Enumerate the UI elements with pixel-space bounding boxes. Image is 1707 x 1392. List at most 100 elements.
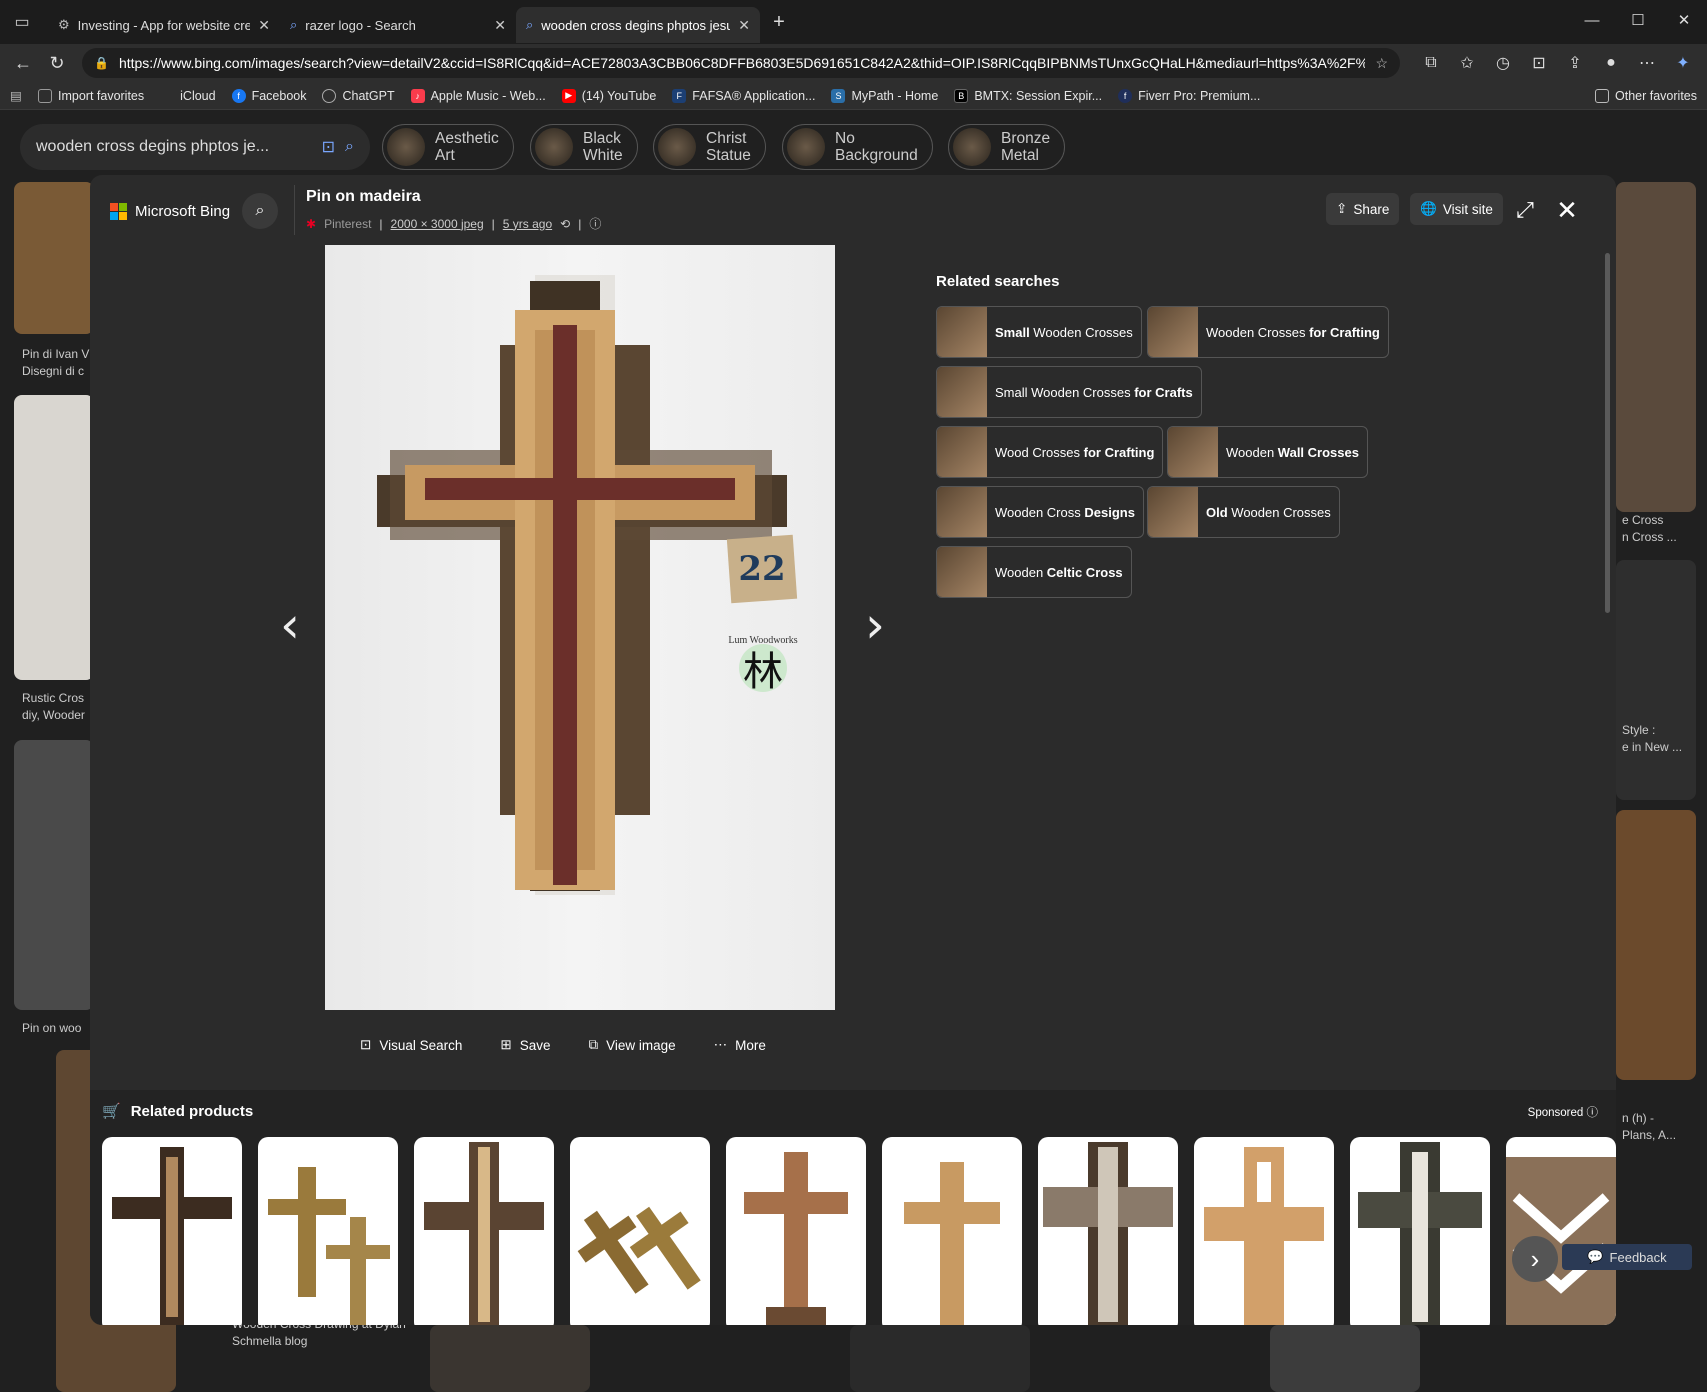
product-card[interactable] <box>1350 1137 1490 1325</box>
other-favorites[interactable]: Other favorites <box>1595 88 1697 103</box>
source-link[interactable]: Pinterest <box>324 217 371 231</box>
result-caption[interactable]: Style :e in New ... <box>1622 722 1682 756</box>
favorite-item[interactable]: f Facebook <box>231 88 306 103</box>
result-caption[interactable]: Pin di Ivan V Disegni di c <box>22 346 89 380</box>
close-window-icon[interactable]: ✕ <box>1661 0 1707 40</box>
scrollbar[interactable] <box>1605 253 1610 613</box>
main-image[interactable]: 22 Lum Woodworks 林 <box>325 245 835 1010</box>
favorites-icon[interactable]: ✩ <box>1451 48 1483 78</box>
favorite-item[interactable]: Import favorites <box>38 88 144 103</box>
related-search-item[interactable]: Wooden Crosses for Crafting <box>1147 306 1389 358</box>
info-icon[interactable]: ⓘ <box>589 215 601 232</box>
result-caption[interactable]: Rustic Cros diy, Wooder <box>22 690 85 724</box>
screenshot-icon[interactable]: ⊡ <box>1523 48 1555 78</box>
tab-actions-icon[interactable]: ▭ <box>8 8 36 36</box>
result-thumbnail[interactable] <box>1270 1325 1420 1392</box>
result-thumbnail[interactable] <box>850 1325 1030 1392</box>
age-link[interactable]: 5 yrs ago <box>503 217 552 231</box>
related-search-item[interactable]: Wooden Wall Crosses <box>1167 426 1368 478</box>
sidebar-toggle-icon[interactable]: ▤ <box>10 88 28 103</box>
maximize-icon[interactable]: ☐ <box>1615 0 1661 40</box>
favorite-item[interactable]: S MyPath - Home <box>831 88 938 103</box>
profile-avatar-icon[interactable]: ● <box>1595 48 1627 78</box>
favorite-item[interactable]: F FAFSA® Application... <box>672 88 815 103</box>
related-search-item[interactable]: Small Wooden Crosses for Crafts <box>936 366 1202 418</box>
result-thumbnail[interactable] <box>14 740 94 1010</box>
result-thumbnail[interactable] <box>14 182 94 334</box>
favorite-item[interactable]: ♪ Apple Music - Web... <box>410 88 546 103</box>
result-caption[interactable]: Pin on woo <box>22 1020 81 1037</box>
search-input[interactable]: wooden cross degins phptos je... <box>36 138 312 156</box>
related-search-item[interactable]: Small Wooden Crosses <box>936 306 1142 358</box>
related-search-item[interactable]: Wood Crosses for Crafting <box>936 426 1164 478</box>
product-card[interactable] <box>570 1137 710 1325</box>
tab-investing[interactable]: ⚙ Investing - App for website creati ✕ <box>48 7 280 43</box>
favorite-item[interactable]: iCloud <box>160 89 215 103</box>
share-page-icon[interactable]: ⇪ <box>1559 48 1591 78</box>
url-text[interactable]: https://www.bing.com/images/search?view=… <box>119 55 1365 71</box>
search-box[interactable]: wooden cross degins phptos je... ⊡ ⌕ <box>20 124 370 170</box>
back-icon[interactable]: ← <box>6 46 40 80</box>
close-icon[interactable]: ✕ <box>1550 193 1584 227</box>
chip-bronze-metal[interactable]: Bronze Metal <box>948 124 1066 170</box>
previous-image-icon[interactable]: ‹ <box>270 595 310 655</box>
product-card[interactable] <box>1506 1137 1616 1325</box>
result-thumbnail[interactable] <box>1616 182 1696 512</box>
visual-search-button[interactable]: ⊡ Visual Search <box>360 1037 462 1053</box>
expand-icon[interactable]: ⤢ <box>1508 193 1542 227</box>
address-bar[interactable]: 🔒 https://www.bing.com/images/search?vie… <box>82 48 1400 78</box>
tab-razer[interactable]: ⌕ razer logo - Search ✕ <box>280 7 516 43</box>
product-card[interactable] <box>1038 1137 1178 1325</box>
tab-wooden-cross[interactable]: ⌕ wooden cross degins phptos jesu ✕ <box>516 7 760 43</box>
favorite-item[interactable]: ▶ (14) YouTube <box>561 88 656 103</box>
result-thumbnail[interactable] <box>1616 560 1696 800</box>
history-icon[interactable]: ◷ <box>1487 48 1519 78</box>
related-search-item[interactable]: Wooden Celtic Cross <box>936 546 1132 598</box>
product-card[interactable] <box>1194 1137 1334 1325</box>
search-icon[interactable]: ⌕ <box>242 193 278 229</box>
product-card[interactable] <box>882 1137 1022 1325</box>
chip-no-background[interactable]: No Background <box>782 124 933 170</box>
image-title[interactable]: Pin on madeira <box>306 188 421 206</box>
view-image-button[interactable]: ⧉ View image <box>588 1037 675 1053</box>
visit-site-button[interactable]: 🌐 Visit site <box>1410 193 1503 225</box>
feedback-button[interactable]: 💬 Feedback <box>1562 1244 1692 1270</box>
favorite-item[interactable]: B BMTX: Session Expir... <box>954 88 1102 103</box>
favorite-star-icon[interactable]: ☆ <box>1375 55 1388 72</box>
new-tab-button[interactable]: + <box>764 7 794 37</box>
next-products-icon[interactable]: › <box>1512 1236 1558 1282</box>
search-icon[interactable]: ⌕ <box>345 138 354 156</box>
product-card[interactable] <box>726 1137 866 1325</box>
next-image-icon[interactable]: › <box>855 595 895 655</box>
refresh-icon[interactable]: ↻ <box>40 46 74 80</box>
chip-christ-statue[interactable]: Christ Statue <box>653 124 766 170</box>
product-card[interactable] <box>258 1137 398 1325</box>
close-tab-icon[interactable]: ✕ <box>258 17 270 34</box>
more-button[interactable]: ⋯ More <box>714 1037 766 1053</box>
more-menu-icon[interactable]: ⋯ <box>1631 48 1663 78</box>
related-search-item[interactable]: Old Wooden Crosses <box>1147 486 1340 538</box>
copilot-icon[interactable]: ✦ <box>1667 48 1699 78</box>
save-button[interactable]: ⊞ Save <box>500 1037 550 1053</box>
favorite-item[interactable]: ChatGPT <box>322 88 395 103</box>
result-thumbnail[interactable] <box>1616 810 1696 1080</box>
result-caption[interactable]: e Cross n Cross ... <box>1622 512 1677 546</box>
close-tab-icon[interactable]: ✕ <box>494 17 506 34</box>
close-tab-icon[interactable]: ✕ <box>738 17 750 34</box>
site-info-icon[interactable]: 🔒 <box>94 56 109 70</box>
result-caption[interactable]: n (h) - Plans, A... <box>1622 1110 1676 1144</box>
dimensions-link[interactable]: 2000 × 3000 jpeg <box>391 217 484 231</box>
chip-black-white[interactable]: Black White <box>530 124 638 170</box>
result-thumbnail[interactable] <box>14 395 94 680</box>
extensions-icon[interactable]: ⧉ <box>1415 48 1447 78</box>
chip-aesthetic-art[interactable]: Aesthetic Art <box>382 124 514 170</box>
visual-search-icon[interactable]: ⊡ <box>322 137 335 157</box>
favorite-item[interactable]: f Fiverr Pro: Premium... <box>1118 88 1260 103</box>
sponsored-label[interactable]: Sponsored ⓘ <box>1528 1104 1598 1120</box>
product-card[interactable] <box>102 1137 242 1325</box>
minimize-icon[interactable]: — <box>1569 0 1615 40</box>
bing-logo[interactable]: Microsoft Bing <box>110 203 230 220</box>
result-thumbnail[interactable] <box>430 1325 590 1392</box>
related-search-item[interactable]: Wooden Cross Designs <box>936 486 1144 538</box>
share-button[interactable]: ⇪ Share <box>1326 193 1400 225</box>
